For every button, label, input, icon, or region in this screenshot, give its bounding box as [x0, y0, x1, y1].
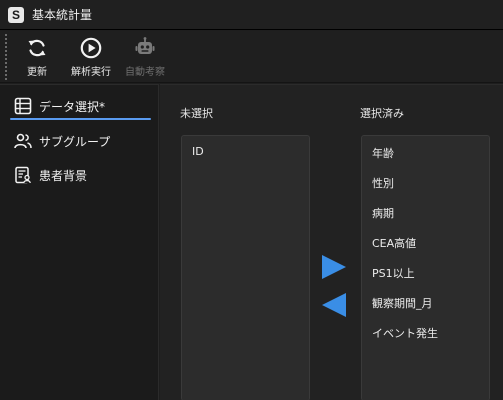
list-item[interactable]: ID [192, 145, 204, 158]
move-right-arrow-icon[interactable] [321, 255, 347, 279]
sidebar-item-data-select[interactable]: データ選択* [10, 93, 151, 120]
unselected-heading: 未選択 [180, 107, 213, 120]
list-item[interactable]: CEA高値 [372, 235, 416, 251]
list-item[interactable]: 性別 [372, 175, 394, 191]
data-selection-panel: 未選択 選択済み ID 年齢 性別 病期 CEA高値 PS1以上 観察期間_月 … [160, 84, 503, 400]
unselected-list[interactable]: ID [181, 135, 310, 400]
sidebar-item-patient-background[interactable]: 患者背景 [10, 162, 150, 188]
sidebar-item-label: サブグループ [39, 134, 111, 149]
robot-icon [135, 37, 155, 54]
auto-insight-button[interactable]: 自動考察 [118, 31, 172, 81]
sidebar-item-label: 患者背景 [39, 168, 88, 183]
selected-list[interactable]: 年齢 性別 病期 CEA高値 PS1以上 観察期間_月 イベント発生 [361, 135, 490, 400]
run-analysis-label: 解析実行 [71, 67, 111, 78]
play-circle-icon [80, 37, 102, 59]
sidebar-item-subgroup[interactable]: サブグループ [10, 128, 150, 154]
table-icon [14, 97, 32, 115]
run-analysis-button[interactable]: 解析実行 [64, 31, 118, 81]
toolbar-grip-handle[interactable] [4, 33, 8, 81]
list-item[interactable]: PS1以上 [372, 265, 415, 281]
toolbar: 更新 解析実行 自動考察 [0, 31, 503, 83]
patient-report-icon [15, 166, 31, 184]
move-left-arrow-icon[interactable] [321, 293, 347, 317]
list-item[interactable]: 年齢 [372, 145, 394, 161]
refresh-button[interactable]: 更新 [10, 31, 64, 81]
refresh-label: 更新 [27, 67, 47, 78]
refresh-icon [28, 39, 46, 57]
app-logo-icon: S [8, 6, 24, 23]
list-item[interactable]: 病期 [372, 205, 394, 221]
title-bar: S 基本統計量 [0, 0, 503, 30]
auto-insight-label: 自動考察 [125, 67, 165, 78]
list-item[interactable]: イベント発生 [372, 325, 438, 341]
selected-heading: 選択済み [360, 107, 404, 120]
sidebar-item-label: データ選択* [39, 99, 106, 114]
window-title: 基本統計量 [32, 8, 93, 22]
sidebar: データ選択* サブグループ 患者背景 [0, 84, 159, 400]
users-icon [14, 133, 32, 149]
list-item[interactable]: 観察期間_月 [372, 295, 433, 311]
